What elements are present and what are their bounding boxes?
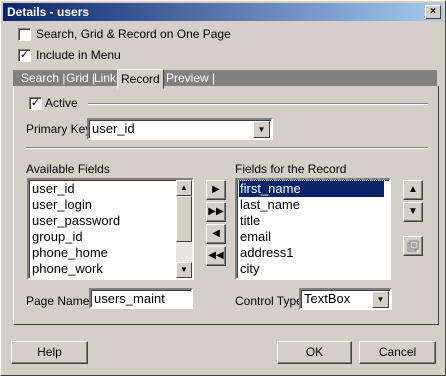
list-item[interactable]: address1 xyxy=(239,245,293,261)
list-item[interactable]: city xyxy=(239,261,260,277)
available-fields-scrollbar[interactable]: ▲ ▼ xyxy=(176,180,192,278)
close-button[interactable]: × xyxy=(425,5,441,19)
ok-button[interactable]: OK xyxy=(277,341,352,364)
chevron-down-icon[interactable]: ▼ xyxy=(253,121,270,138)
primary-key-label: Primary Key xyxy=(26,122,92,136)
include-in-menu-checkbox[interactable]: ✓ xyxy=(18,49,31,62)
available-fields-list[interactable]: user_id user_login user_password group_i… xyxy=(27,178,194,280)
control-type-value: TextBox xyxy=(304,291,351,306)
tab-preview[interactable]: Preview | xyxy=(166,70,215,86)
search-grid-record-label: Search, Grid & Record on One Page xyxy=(36,27,231,41)
record-fields-label: Fields for the Record xyxy=(235,162,347,176)
list-item[interactable]: phone_home xyxy=(31,245,108,261)
move-down-button[interactable]: ▼ xyxy=(403,202,423,222)
search-grid-record-checkbox[interactable] xyxy=(18,28,31,41)
active-checkbox[interactable]: ✓ xyxy=(29,97,42,110)
cancel-button[interactable]: Cancel xyxy=(359,341,436,364)
help-button[interactable]: Help xyxy=(11,341,88,364)
primary-key-value: user_id xyxy=(92,121,135,136)
list-item[interactable]: user_password xyxy=(31,213,120,229)
move-all-button[interactable]: ▶▶ xyxy=(206,202,226,222)
page-name-value: users_maint xyxy=(94,291,165,306)
move-one-button[interactable]: ▶ xyxy=(206,180,226,200)
control-type-select[interactable]: TextBox ▼ xyxy=(299,288,392,310)
properties-button[interactable] xyxy=(403,236,423,256)
list-item-selected[interactable]: first_name xyxy=(238,180,385,198)
title-bar[interactable]: Details - users × xyxy=(3,3,443,21)
list-item[interactable]: user_id xyxy=(31,181,75,197)
active-separator xyxy=(88,103,428,105)
section-separator xyxy=(26,147,428,149)
page-name-input[interactable]: users_maint xyxy=(89,288,193,309)
list-item[interactable]: title xyxy=(239,213,260,229)
scroll-up-icon[interactable]: ▲ xyxy=(176,180,192,196)
available-fields-label: Available Fields xyxy=(26,162,110,176)
tab-strip: Search | Grid | Link | Record Preview | xyxy=(13,69,437,89)
record-fields-list[interactable]: first_name last_name title email address… xyxy=(235,178,391,280)
remove-all-button[interactable]: ◀◀ xyxy=(206,246,226,266)
list-item[interactable]: email xyxy=(239,229,271,245)
list-item[interactable]: phone_work xyxy=(31,261,103,277)
list-item[interactable]: group_id xyxy=(31,229,83,245)
scroll-down-icon[interactable]: ▼ xyxy=(176,262,192,278)
primary-key-select[interactable]: user_id ▼ xyxy=(87,118,273,140)
tab-search[interactable]: Search | xyxy=(21,70,65,86)
scroll-thumb[interactable] xyxy=(176,196,192,242)
list-item[interactable]: last_name xyxy=(239,197,300,213)
include-in-menu-label: Include in Menu xyxy=(36,48,121,62)
window-title: Details - users xyxy=(7,5,90,19)
chevron-down-icon[interactable]: ▼ xyxy=(372,291,389,308)
properties-icon xyxy=(407,240,419,252)
record-tab-panel: ✓ Active Primary Key user_id ▼ Available… xyxy=(13,86,439,325)
remove-one-button[interactable]: ◀ xyxy=(206,224,226,244)
tab-grid[interactable]: Grid | xyxy=(66,70,95,86)
list-item[interactable]: user_login xyxy=(31,197,92,213)
control-type-label: Control Type xyxy=(235,294,303,308)
active-label: Active xyxy=(45,96,78,110)
page-name-label: Page Name xyxy=(26,294,90,308)
move-up-button[interactable]: ▲ xyxy=(403,180,423,200)
details-dialog: Details - users × Search, Grid & Record … xyxy=(0,0,446,376)
